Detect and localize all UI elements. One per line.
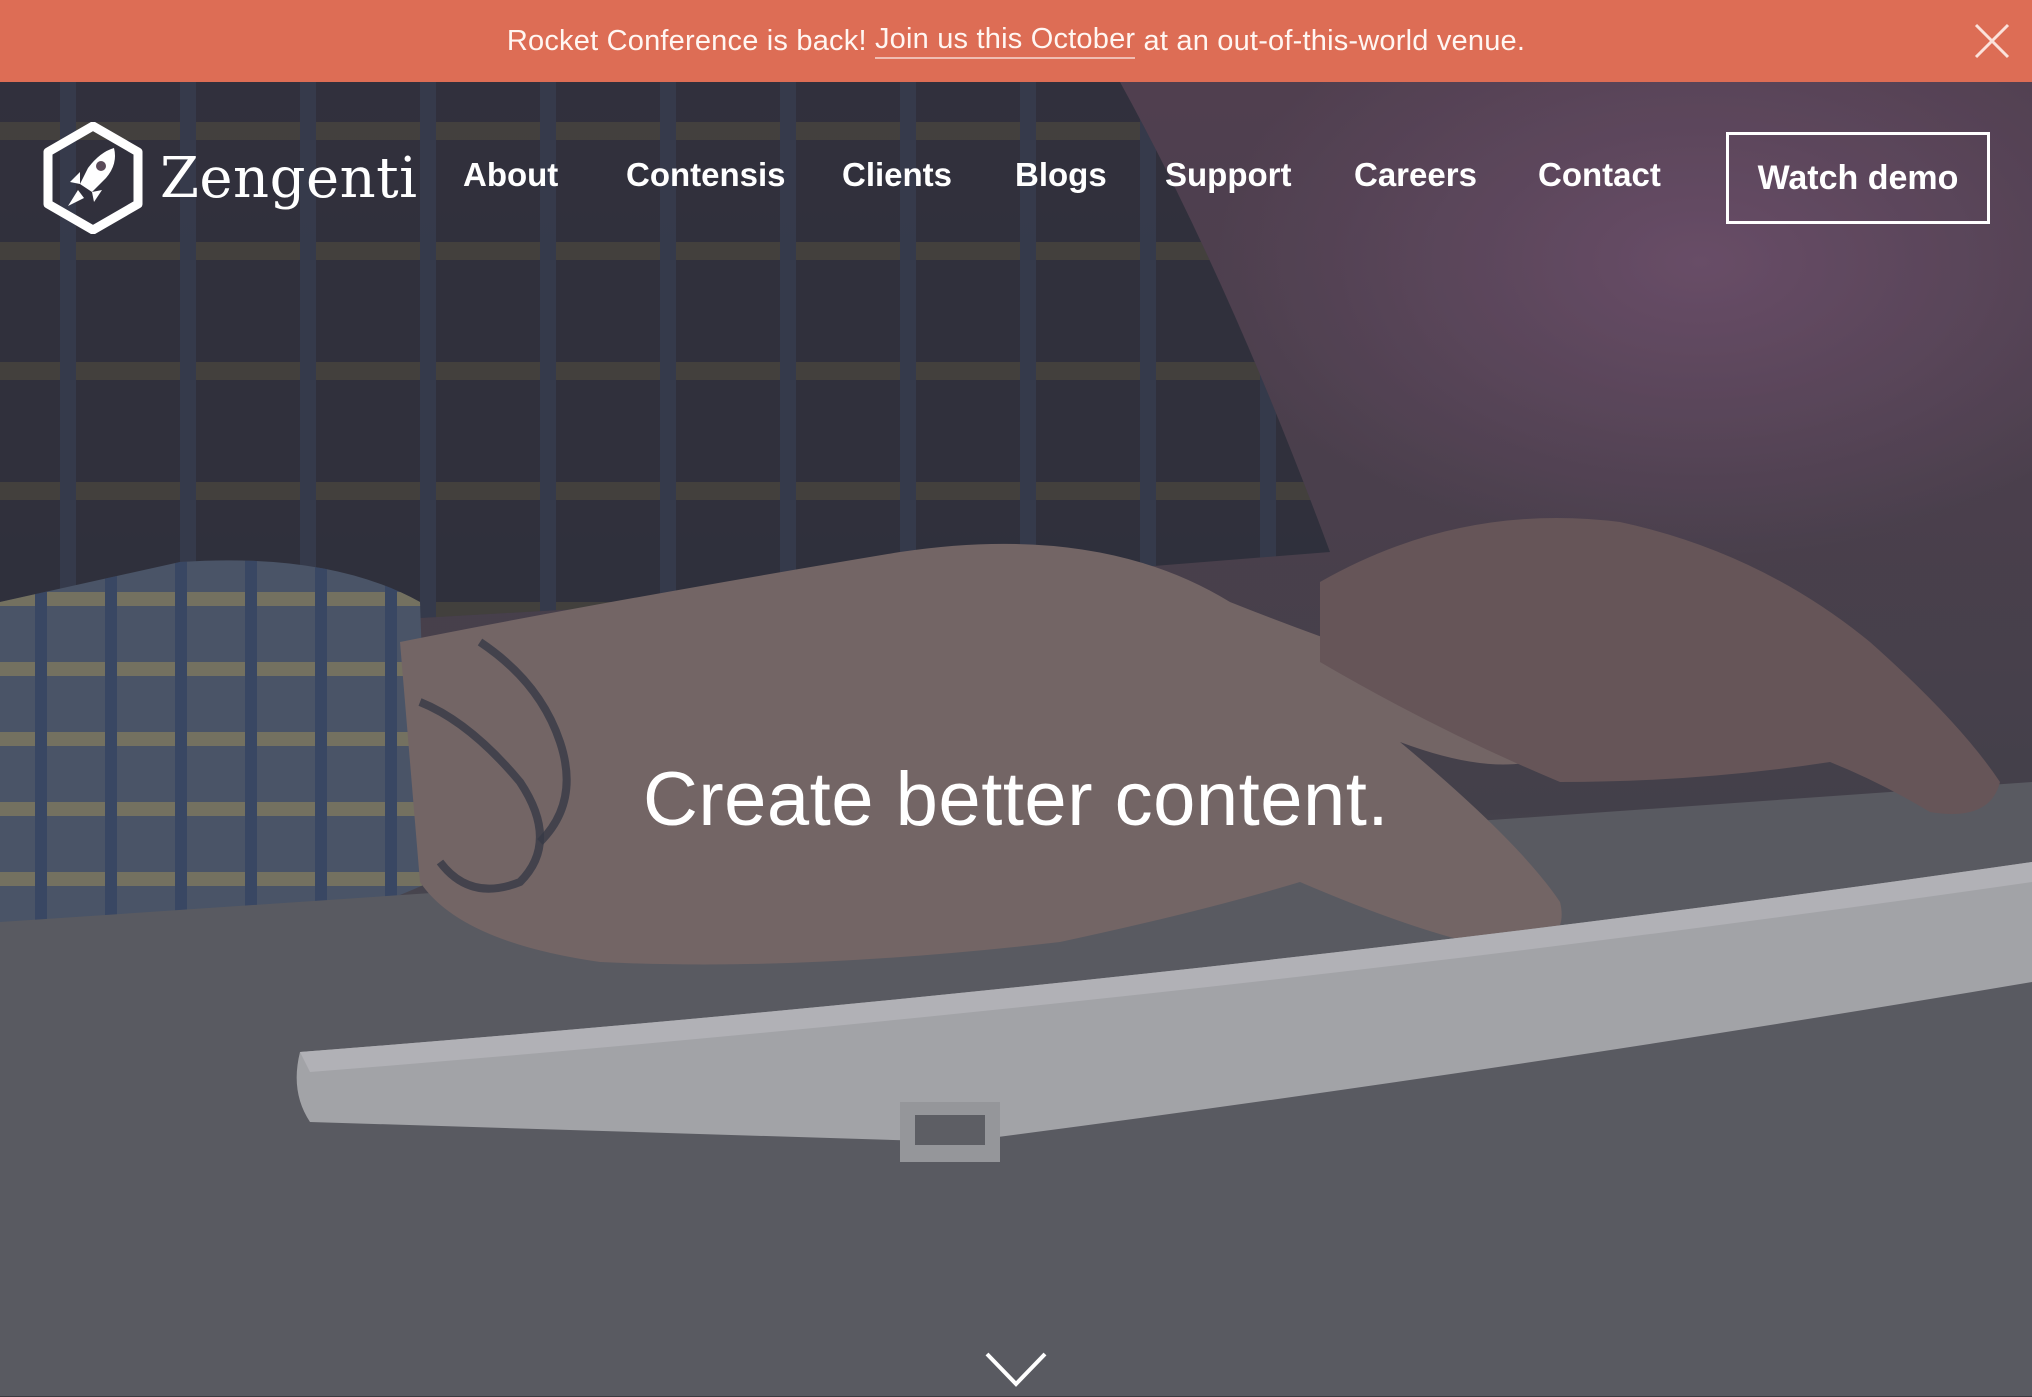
hero-section bbox=[0, 82, 2032, 1396]
nav-item-blogs[interactable]: Blogs bbox=[1015, 156, 1107, 194]
banner-text-before: Rocket Conference is back! bbox=[506, 24, 875, 57]
hero-headline: Create better content. bbox=[642, 757, 1390, 842]
watch-demo-button[interactable]: Watch demo bbox=[1726, 132, 1990, 224]
banner-text-after: at an out-of-this-world venue. bbox=[1135, 24, 1526, 57]
hero-overlay bbox=[0, 82, 2032, 1396]
nav-item-contensis[interactable]: Contensis bbox=[626, 156, 786, 194]
logo[interactable]: Zengenti bbox=[40, 122, 418, 234]
nav-item-about[interactable]: About bbox=[463, 156, 558, 194]
rocket-hexagon-icon bbox=[43, 122, 143, 234]
nav-item-careers[interactable]: Careers bbox=[1354, 156, 1477, 194]
close-icon[interactable] bbox=[1972, 21, 2012, 61]
nav-item-clients[interactable]: Clients bbox=[842, 156, 952, 194]
nav-item-support[interactable]: Support bbox=[1165, 156, 1291, 194]
banner-link[interactable]: Join us this October bbox=[874, 23, 1136, 59]
announcement-banner: Rocket Conference is back! Join us this … bbox=[0, 0, 2032, 82]
site-header: Zengenti About Contensis Clients Blogs S… bbox=[0, 82, 2032, 272]
nav-item-contact[interactable]: Contact bbox=[1538, 156, 1661, 194]
brand-name: Zengenti bbox=[160, 145, 418, 211]
chevron-down-icon[interactable] bbox=[983, 1348, 1049, 1392]
